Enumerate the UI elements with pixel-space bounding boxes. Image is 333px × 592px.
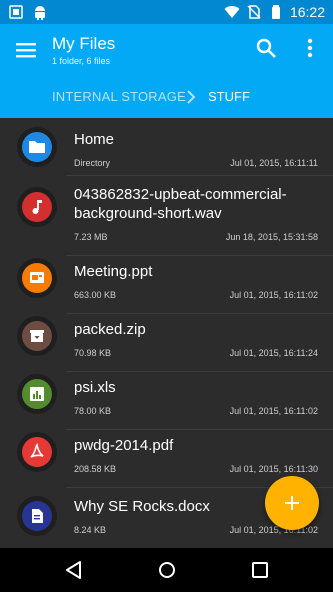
page-title: My Files (52, 34, 116, 53)
navigation-bar (0, 548, 333, 592)
back-icon[interactable] (64, 560, 84, 580)
document-icon (32, 509, 43, 523)
file-meta: Directory (74, 158, 111, 168)
pdf-icon (30, 443, 44, 458)
avatar-circle (22, 379, 52, 409)
file-date: Jul 01, 2015, 16:11:02 (229, 290, 318, 300)
avatar (17, 496, 57, 536)
list-item-home[interactable]: Home Directory Jul 01, 2015, 16:11:11 (0, 118, 333, 176)
file-name: Meeting.ppt (74, 263, 153, 280)
recent-apps-icon[interactable] (250, 560, 270, 580)
presentation-icon (30, 272, 44, 283)
file-date: Jul 01, 2015, 16:11:30 (229, 464, 318, 474)
android-icon (35, 6, 45, 20)
avatar-circle (22, 321, 52, 351)
app-bar: My Files 1 folder, 6 files INTERNAL STOR… (0, 24, 333, 118)
file-date: Jun 18, 2015, 15:31:58 (225, 232, 318, 242)
list-item-wav[interactable]: 043862832-upbeat-commercial-background-s… (0, 176, 333, 256)
breadcrumb: INTERNAL STORAGE STUFF (0, 88, 333, 108)
avatar-circle (22, 192, 52, 222)
add-fab-button[interactable] (265, 476, 319, 530)
file-date: Jul 01, 2015, 16:11:11 (230, 158, 318, 168)
avatar (17, 258, 57, 298)
avatar (17, 187, 57, 227)
battery-icon (271, 5, 280, 19)
file-name: packed.zip (74, 321, 146, 338)
file-name: 043862832-upbeat-commercial-background-s… (74, 186, 287, 222)
file-name: pwdg-2014.pdf (74, 437, 174, 454)
spreadsheet-icon (30, 387, 44, 401)
status-time: 16:22 (289, 4, 325, 20)
file-meta: 7.23 MB (74, 232, 108, 242)
plus-icon (285, 496, 299, 510)
archive-icon (30, 330, 44, 342)
menu-icon[interactable] (14, 38, 38, 62)
gallery-notification-icon (9, 5, 23, 19)
file-meta: 78.00 KB (74, 406, 112, 416)
avatar (17, 374, 57, 414)
status-bar: 16:22 (0, 0, 333, 24)
search-icon[interactable] (254, 36, 278, 60)
home-icon[interactable] (157, 560, 177, 580)
file-meta: 663.00 KB (74, 290, 117, 300)
no-sim-icon (247, 5, 261, 19)
avatar-circle (22, 501, 52, 531)
avatar (17, 432, 57, 472)
folder-icon (29, 141, 45, 153)
breadcrumb-internal-storage[interactable]: INTERNAL STORAGE (52, 89, 186, 104)
file-meta: 8.24 KB (74, 525, 107, 535)
list-item-ppt[interactable]: Meeting.ppt 663.00 KB Jul 01, 2015, 16:1… (0, 256, 333, 314)
file-meta: 208.58 KB (74, 464, 117, 474)
page-subtitle: 1 folder, 6 files (52, 56, 111, 66)
avatar (17, 127, 57, 167)
list-item-xls[interactable]: psi.xls 78.00 KB Jul 01, 2015, 16:11:02 (0, 372, 333, 430)
file-date: Jul 01, 2015, 16:11:02 (229, 406, 318, 416)
avatar-circle (22, 263, 52, 293)
wifi-icon (224, 6, 240, 18)
music-note-icon (32, 200, 42, 214)
more-options-icon[interactable] (300, 36, 320, 60)
breadcrumb-stuff[interactable]: STUFF (208, 89, 250, 104)
file-date: Jul 01, 2015, 16:11:24 (229, 348, 318, 358)
avatar-circle (22, 437, 52, 467)
avatar-circle (22, 132, 52, 162)
chevron-right-icon (187, 90, 196, 104)
avatar (17, 316, 57, 356)
file-name: psi.xls (74, 379, 116, 396)
file-meta: 70.98 KB (74, 348, 112, 358)
file-name: Home (74, 131, 115, 148)
list-item-zip[interactable]: packed.zip 70.98 KB Jul 01, 2015, 16:11:… (0, 314, 333, 372)
